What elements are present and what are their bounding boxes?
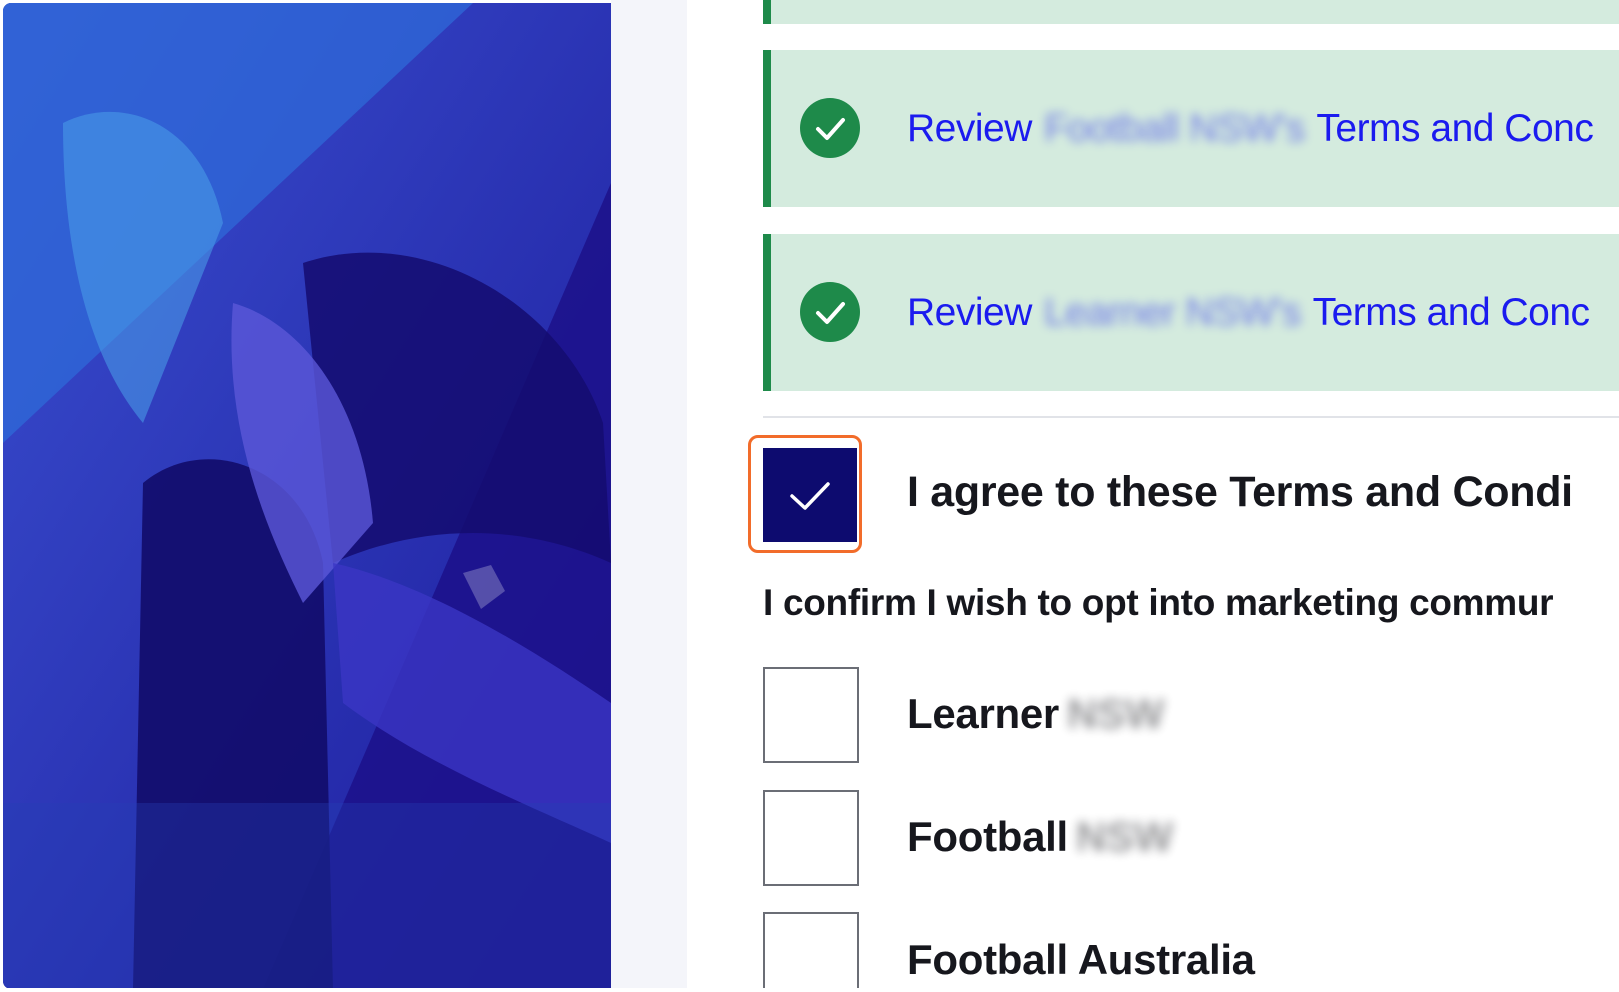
marketing-label-football[interactable]: Football NSW <box>907 813 1173 861</box>
check-circle-icon <box>800 282 860 342</box>
review-prefix: Review <box>907 291 1032 334</box>
option-label-text: Football Australia <box>907 936 1255 983</box>
content-gutter <box>611 0 687 992</box>
section-divider <box>763 416 1619 418</box>
hero-image <box>3 3 611 989</box>
check-circle-icon <box>800 98 860 158</box>
redacted-org-name: Learner NSW's <box>1044 291 1301 334</box>
option-label-text: Learner <box>907 690 1059 737</box>
redacted-org-suffix: NSW <box>1066 690 1165 737</box>
agree-label[interactable]: I agree to these Terms and Condi <box>907 468 1573 517</box>
marketing-checkbox-learner[interactable] <box>763 667 859 763</box>
terms-screen: Review Football NSW's Terms and Conc Rev… <box>0 0 1619 992</box>
review-row-previous <box>763 0 1619 24</box>
terms-panel: Review Football NSW's Terms and Conc Rev… <box>687 0 1619 992</box>
marketing-checkbox-football-australia[interactable] <box>763 912 859 992</box>
option-label-text: Football <box>907 813 1068 860</box>
review-terms-link-learner[interactable]: Review Learner NSW's Terms and Conc <box>907 291 1590 335</box>
review-suffix: Terms and Conc <box>1312 291 1590 334</box>
marketing-prompt: I confirm I wish to opt into marketing c… <box>763 582 1554 623</box>
review-row-learner[interactable]: Review Learner NSW's Terms and Conc <box>763 234 1619 391</box>
review-suffix: Terms and Conc <box>1316 107 1594 150</box>
review-row-football[interactable]: Review Football NSW's Terms and Conc <box>763 50 1619 207</box>
redacted-org-suffix: NSW <box>1075 813 1173 860</box>
marketing-checkbox-football[interactable] <box>763 790 859 886</box>
review-terms-link-football[interactable]: Review Football NSW's Terms and Conc <box>907 107 1594 151</box>
review-prefix: Review <box>907 107 1032 150</box>
marketing-label-football-australia[interactable]: Football Australia <box>907 936 1255 984</box>
agree-checkbox[interactable] <box>763 448 857 542</box>
redacted-org-name: Football NSW's <box>1044 107 1305 150</box>
window-bottom-edge <box>0 988 1619 992</box>
marketing-label-learner[interactable]: Learner NSW <box>907 690 1164 738</box>
